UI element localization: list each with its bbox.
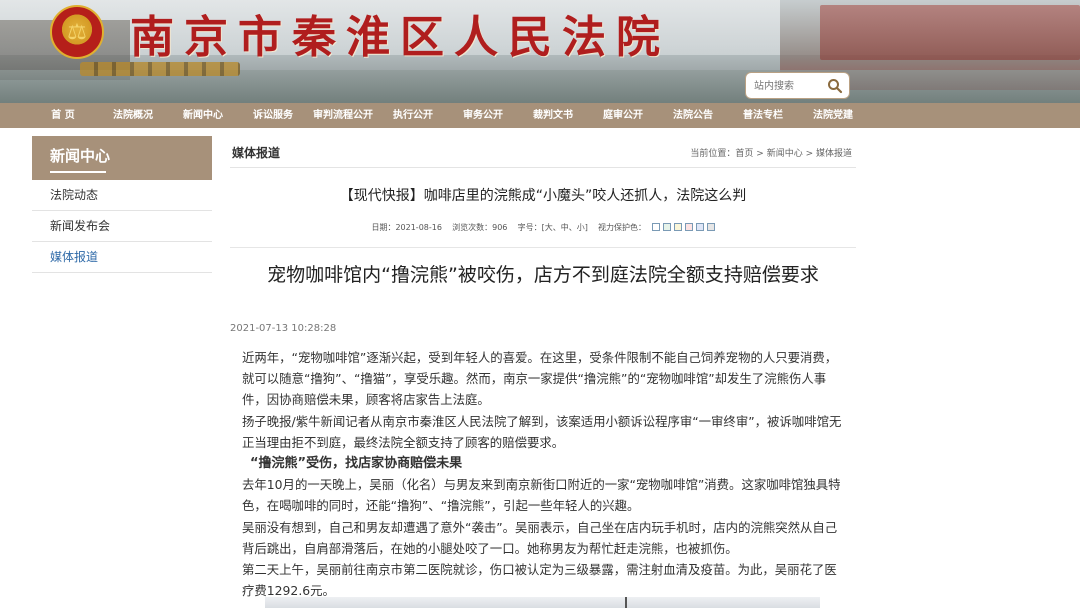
publish-time: 2021-07-13 10:28:28 xyxy=(230,323,337,334)
article-image-detail xyxy=(625,597,627,608)
paragraph: 去年10月的一天晚上，吴丽（化名）与男友来到南京新街口附近的一家“宠物咖啡馆”消… xyxy=(242,477,841,514)
breadcrumb-separator: > xyxy=(753,149,767,159)
search-icon[interactable] xyxy=(827,78,843,94)
font-size-suffix: ] xyxy=(584,223,588,232)
nav-item-judgments[interactable]: 裁判文书 xyxy=(518,103,588,128)
font-size-prefix: 字号：[ xyxy=(517,223,545,232)
paragraph: 近两年，“宠物咖啡馆”逐渐兴起，受到年轻人的喜爱。在这里，受条件限制不能自己饲养… xyxy=(242,350,838,408)
eye-care-swatch[interactable] xyxy=(695,223,704,231)
nav-item-home[interactable]: 首 页 xyxy=(28,103,98,128)
news-headline: 宠物咖啡馆内“撸浣熊”被咬伤，店方不到庭法院全额支持赔偿要求 xyxy=(267,264,819,286)
main-content: 媒体报道 当前位置：首页 > 新闻中心 > 媒体报道 【现代快报】咖啡店里的浣熊… xyxy=(230,136,856,598)
nav-item-trial-process[interactable]: 审判流程公开 xyxy=(308,103,378,128)
eye-care-swatch[interactable] xyxy=(684,223,693,231)
court-emblem-icon: ⚖ xyxy=(50,5,104,59)
article-meta: 日期：2021-08-16 浏览次数：906 字号：[大、中、小] 视力保护色： xyxy=(230,222,856,233)
nav-item-trial-broadcast[interactable]: 庭审公开 xyxy=(588,103,658,128)
sidebar-item-press-conference[interactable]: 新闻发布会 xyxy=(32,211,212,242)
subheading: “撸浣熊”受伤，找店家协商赔偿未果 xyxy=(250,456,463,472)
breadcrumb-separator: > xyxy=(802,149,816,159)
nav-item-court-overview[interactable]: 法院概况 xyxy=(98,103,168,128)
sidebar-heading-underline xyxy=(50,171,106,173)
section-label: 媒体报道 xyxy=(232,146,281,160)
font-size-large-link[interactable]: 大 xyxy=(545,223,553,232)
breadcrumb-media-reports-link[interactable]: 媒体报道 xyxy=(816,149,852,159)
nav-item-announcements[interactable]: 法院公告 xyxy=(658,103,728,128)
article-date: 日期：2021-08-16 xyxy=(371,223,442,232)
eye-care-label: 视力保护色： xyxy=(598,223,646,232)
sidebar-heading-label: 新闻中心 xyxy=(50,147,111,165)
site-title: 南京市秦淮区人民法院 xyxy=(130,12,670,63)
banner-dragon-wall xyxy=(820,5,1080,60)
eye-care-swatch[interactable] xyxy=(673,223,682,231)
section-header: 媒体报道 当前位置：首页 > 新闻中心 > 媒体报道 xyxy=(230,136,856,168)
nav-item-court-affairs[interactable]: 审务公开 xyxy=(448,103,518,128)
nav-item-news-center[interactable]: 新闻中心 xyxy=(168,103,238,128)
sidebar-heading: 新闻中心 xyxy=(32,136,212,180)
article-image xyxy=(265,597,820,608)
font-size-small-link[interactable]: 小 xyxy=(577,223,585,232)
nav-item-party-building[interactable]: 法院党建 xyxy=(798,103,868,128)
breadcrumb-home-link[interactable]: 首页 xyxy=(735,149,753,159)
paragraph: 扬子晚报/紫牛新闻记者从南京市秦淮区人民法院了解到，该案适用小额诉讼程序审“一审… xyxy=(242,413,842,450)
paragraph: 吴丽没有想到，自己和男友却遭遇了意外“袭击”。吴丽表示，自己坐在店内玩手机时，店… xyxy=(242,519,838,556)
nav-item-legal-education[interactable]: 普法专栏 xyxy=(728,103,798,128)
breadcrumb-prefix: 当前位置： xyxy=(690,149,736,159)
breadcrumb: 当前位置：首页 > 新闻中心 > 媒体报道 xyxy=(690,146,852,159)
article-body: 近两年，“宠物咖啡馆”逐渐兴起，受到年轻人的喜爱。在这里，受条件限制不能自己饲养… xyxy=(242,347,848,601)
sidebar: 新闻中心 法院动态 新闻发布会 媒体报道 xyxy=(32,136,212,273)
header-banner: ⚖ 南京市秦淮区人民法院 xyxy=(0,0,1080,103)
article-views: 浏览次数：906 xyxy=(452,223,508,232)
search-input[interactable] xyxy=(754,77,824,95)
nav-item-enforcement[interactable]: 执行公开 xyxy=(378,103,448,128)
article-title: 【现代快报】咖啡店里的浣熊成“小魔头”咬人还抓人，法院这么判 xyxy=(339,188,747,204)
sidebar-item-media-reports[interactable]: 媒体报道 xyxy=(32,242,212,273)
content-divider xyxy=(230,247,856,248)
breadcrumb-news-center-link[interactable]: 新闻中心 xyxy=(767,149,803,159)
font-size-medium-link[interactable]: 中 xyxy=(561,223,569,232)
eye-care-swatch[interactable] xyxy=(662,223,671,231)
nav-item-litigation-service[interactable]: 诉讼服务 xyxy=(238,103,308,128)
eye-care-swatch[interactable] xyxy=(706,223,715,231)
paragraph: 第二天上午，吴丽前往南京市第二医院就诊，伤口被认定为三级暴露，需注射血清及疫苗。… xyxy=(242,562,837,599)
eye-care-swatch[interactable] xyxy=(651,223,660,231)
sidebar-item-court-news[interactable]: 法院动态 xyxy=(32,180,212,211)
search-box xyxy=(745,72,850,99)
main-nav: 首 页 法院概况 新闻中心 诉讼服务 审判流程公开 执行公开 审务公开 裁判文书… xyxy=(0,103,1080,128)
